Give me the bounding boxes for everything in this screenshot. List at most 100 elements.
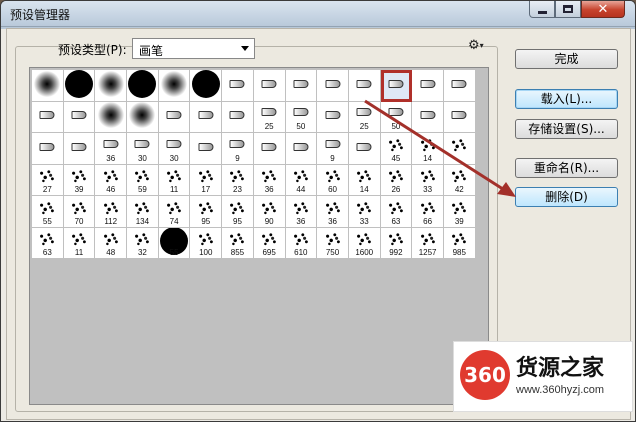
brush-preset-cell[interactable]: 14 <box>412 133 444 165</box>
brush-preset-cell[interactable]: 66 <box>412 196 444 228</box>
brush-preset-cell[interactable]: 30 <box>158 133 191 165</box>
brush-preset-cell[interactable]: 70 <box>63 196 96 228</box>
brush-preset-cell[interactable]: 32 <box>127 227 159 259</box>
brush-preset-cell[interactable]: 985 <box>443 227 476 259</box>
load-button[interactable]: 载入(L)... <box>515 89 618 109</box>
brush-preset-cell[interactable] <box>443 133 476 165</box>
done-button[interactable]: 完成 <box>515 49 618 69</box>
brush-tip-preview <box>291 232 310 247</box>
brush-preset-cell[interactable] <box>348 133 381 165</box>
brush-preset-cell[interactable] <box>158 101 191 133</box>
brush-preset-cell[interactable]: 63 <box>32 227 64 259</box>
brush-tip-preview <box>323 169 342 184</box>
brush-preset-cell[interactable] <box>158 70 191 102</box>
maximize-button[interactable] <box>555 1 581 18</box>
brush-preset-cell[interactable]: 9 <box>317 133 349 165</box>
brush-preset-cell[interactable]: 14 <box>348 164 381 196</box>
brush-preset-cell[interactable]: 134 <box>127 196 159 228</box>
brush-preset-cell[interactable] <box>190 70 223 102</box>
brush-preset-cell[interactable]: 33 <box>412 164 444 196</box>
brush-list[interactable]: 25 50 25 50 36 30 30 9 9 45 14 27 39 46 59 11 17 23 36 44 60… <box>29 67 489 405</box>
brush-preset-cell[interactable]: 23 <box>222 164 254 196</box>
save-settings-button[interactable]: 存储设置(S)... <box>515 119 618 139</box>
brush-preset-cell[interactable] <box>190 101 223 133</box>
close-button[interactable]: ✕ <box>581 1 625 18</box>
brush-preset-cell[interactable] <box>222 70 254 102</box>
brush-preset-cell[interactable] <box>32 70 64 102</box>
brush-size-label: 11 <box>169 185 179 194</box>
brush-preset-cell[interactable]: 39 <box>443 196 476 228</box>
brush-preset-cell[interactable] <box>443 70 476 102</box>
options-menu-button[interactable]: ⚙▾ <box>468 38 484 53</box>
brush-preset-cell[interactable] <box>32 101 64 133</box>
brush-preset-cell[interactable]: 39 <box>63 164 96 196</box>
brush-preset-cell[interactable]: 46 <box>95 164 128 196</box>
brush-preset-cell[interactable]: 55 <box>32 196 64 228</box>
brush-preset-cell[interactable]: 17 <box>190 164 223 196</box>
brush-preset-cell[interactable] <box>253 70 286 102</box>
brush-preset-cell[interactable]: 750 <box>317 227 349 259</box>
brush-preset-cell[interactable]: 25 <box>348 101 381 133</box>
brush-preset-cell[interactable] <box>63 101 96 133</box>
brush-preset-cell[interactable]: 44 <box>285 164 318 196</box>
brush-preset-cell[interactable]: 33 <box>348 196 381 228</box>
brush-preset-cell[interactable] <box>63 133 96 165</box>
brush-preset-cell[interactable] <box>127 70 159 102</box>
brush-preset-cell[interactable]: 855 <box>222 227 254 259</box>
brush-preset-cell[interactable]: 95 <box>222 196 254 228</box>
brush-preset-cell[interactable] <box>348 70 381 102</box>
brush-preset-cell[interactable]: 50 <box>285 101 318 133</box>
brush-preset-cell[interactable] <box>317 70 349 102</box>
preset-type-select[interactable]: 画笔 <box>132 38 255 59</box>
delete-button[interactable]: 删除(D) <box>515 187 618 207</box>
brush-preset-cell[interactable]: 36 <box>317 196 349 228</box>
brush-preset-cell[interactable]: 11 <box>158 164 191 196</box>
brush-preset-cell[interactable]: 74 <box>158 196 191 228</box>
brush-preset-cell[interactable]: 11 <box>63 227 96 259</box>
brush-preset-cell[interactable]: 30 <box>127 133 159 165</box>
brush-preset-cell[interactable] <box>285 70 318 102</box>
brush-preset-cell[interactable] <box>63 70 96 102</box>
brush-preset-cell[interactable]: 26 <box>380 164 413 196</box>
brush-preset-cell[interactable]: 90 <box>253 196 286 228</box>
brush-preset-cell[interactable]: 112 <box>95 196 128 228</box>
brush-preset-cell[interactable] <box>127 101 159 133</box>
brush-preset-cell[interactable]: 25 <box>253 101 286 133</box>
brush-preset-cell[interactable] <box>222 101 254 133</box>
brush-preset-cell[interactable]: 1257 <box>412 227 444 259</box>
rename-button[interactable]: 重命名(R)... <box>515 158 618 178</box>
brush-preset-cell[interactable] <box>285 133 318 165</box>
brush-preset-cell[interactable] <box>412 70 444 102</box>
brush-preset-cell[interactable]: 60 <box>317 164 349 196</box>
brush-preset-cell[interactable]: 63 <box>380 196 413 228</box>
brush-preset-cell[interactable]: 100 <box>190 227 223 259</box>
brush-preset-cell[interactable] <box>95 101 128 133</box>
brush-preset-cell[interactable]: 36 <box>253 164 286 196</box>
brush-preset-cell[interactable]: 50 <box>380 101 413 133</box>
brush-preset-cell[interactable]: 695 <box>253 227 286 259</box>
brush-tip-preview <box>386 169 405 184</box>
brush-preset-cell[interactable]: 45 <box>380 133 413 165</box>
brush-preset-cell[interactable]: 55 <box>158 227 191 259</box>
brush-preset-cell[interactable]: 42 <box>443 164 476 196</box>
brush-preset-cell[interactable]: 36 <box>285 196 318 228</box>
brush-preset-cell[interactable]: 610 <box>285 227 318 259</box>
brush-preset-cell[interactable] <box>443 101 476 133</box>
brush-preset-cell[interactable] <box>32 133 64 165</box>
brush-preset-cell[interactable]: 95 <box>190 196 223 228</box>
brush-preset-cell[interactable]: 48 <box>95 227 128 259</box>
brush-preset-cell[interactable]: 27 <box>32 164 64 196</box>
brush-preset-cell[interactable]: 992 <box>380 227 413 259</box>
brush-size-label: 63 <box>42 248 52 257</box>
brush-preset-cell[interactable] <box>253 133 286 165</box>
brush-preset-cell[interactable] <box>317 101 349 133</box>
brush-preset-cell[interactable]: 9 <box>222 133 254 165</box>
brush-preset-cell[interactable]: 36 <box>95 133 128 165</box>
brush-preset-cell[interactable] <box>412 101 444 133</box>
brush-preset-cell[interactable] <box>95 70 128 102</box>
minimize-button[interactable] <box>529 1 555 18</box>
brush-preset-cell[interactable] <box>190 133 223 165</box>
brush-preset-cell[interactable] <box>380 70 413 102</box>
brush-preset-cell[interactable]: 59 <box>127 164 159 196</box>
brush-preset-cell[interactable]: 1600 <box>348 227 381 259</box>
